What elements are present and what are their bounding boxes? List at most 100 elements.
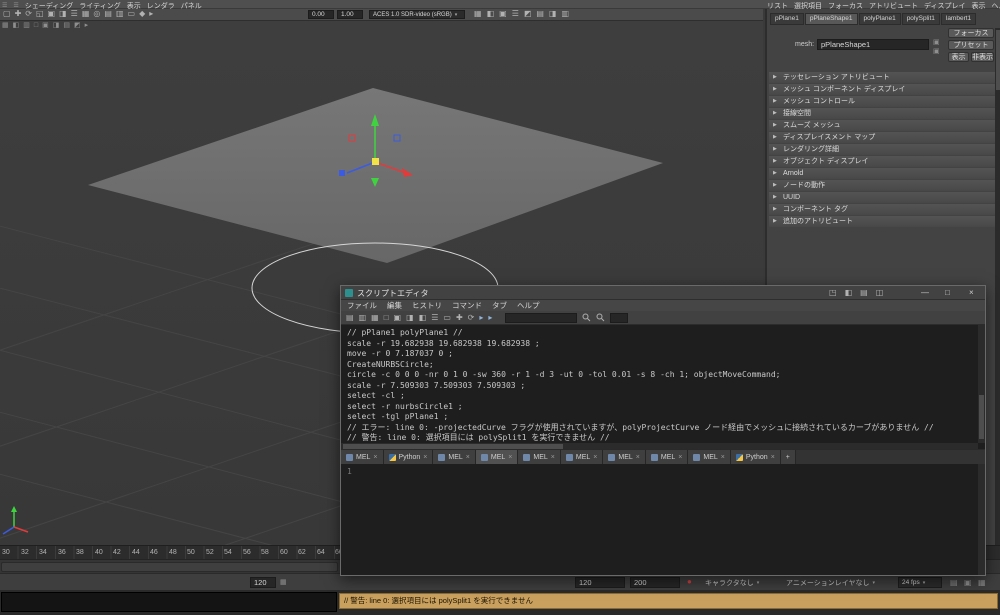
toolbar-icon[interactable]: ⟳ — [25, 10, 32, 18]
viewport-bar-icon[interactable]: ◨ — [53, 22, 60, 29]
z-axis-handle[interactable] — [339, 170, 345, 176]
scrollbar-thumb[interactable] — [979, 395, 984, 439]
viewport-bar-icon[interactable]: ▣ — [42, 22, 49, 29]
ae-tab-polyplane1[interactable]: polyPlane1 — [858, 13, 901, 25]
script-tab-mel[interactable]: MEL × — [341, 450, 384, 464]
toolbar-icon[interactable]: ▦ — [82, 10, 90, 18]
script-tab-mel[interactable]: MEL × — [518, 450, 561, 464]
toolbar-icon[interactable]: ✚ — [15, 10, 22, 18]
ae-section-component-tags[interactable]: ▶ コンポーネント タグ — [769, 204, 998, 215]
character-set-dropdown[interactable]: キャラクタなし ▾ — [705, 578, 759, 588]
se-toolbar-icon[interactable]: ▤ — [346, 313, 354, 322]
menu-help2[interactable]: ヘルプ — [517, 300, 540, 311]
history-hscrollbar[interactable] — [341, 443, 978, 449]
dock-icon[interactable]: ◫ — [876, 289, 884, 297]
ae-section-mesh-component-display[interactable]: ▶ メッシュ コンポーネント ディスプレイ — [769, 84, 998, 95]
ae-section-extra-attributes[interactable]: ▶ 追加のアトリビュート — [769, 216, 998, 227]
fps-dropdown[interactable]: 24 fps ▾ — [898, 577, 942, 588]
toolbar-icon[interactable]: ☰ — [71, 10, 78, 18]
ae-section-tangent-space[interactable]: ▶ 接線空間 — [769, 108, 998, 119]
script-tab-mel[interactable]: MEL × — [433, 450, 476, 464]
toolbar-icon[interactable]: ◨ — [59, 10, 67, 18]
ae-section-arnold[interactable]: ▶ Arnold — [769, 168, 998, 179]
mesh-name-field[interactable] — [817, 39, 929, 50]
close-icon[interactable]: × — [636, 454, 640, 461]
swatch-icon[interactable]: ▣ — [933, 48, 940, 55]
ae-section-tessellation[interactable]: ▶ テッセレーション アトリビュート — [769, 72, 998, 83]
presets-button[interactable]: プリセット — [948, 40, 994, 50]
ae-section-object-display[interactable]: ▶ オブジェクト ディスプレイ — [769, 156, 998, 167]
menu-tabs[interactable]: タブ — [492, 300, 507, 311]
close-icon[interactable]: × — [508, 454, 512, 461]
search-up-icon[interactable] — [596, 313, 605, 322]
menu-edit[interactable]: 編集 — [387, 300, 402, 311]
toolbar-icon[interactable]: ☰ — [512, 10, 519, 18]
viewport-bar-icon[interactable]: ◧ — [13, 22, 20, 29]
viewport-bar-icon[interactable]: ▥ — [23, 22, 30, 29]
ae-section-node-behavior[interactable]: ▶ ノードの動作 — [769, 180, 998, 191]
script-tab-mel[interactable]: MEL × — [560, 450, 604, 464]
current-frame-field[interactable] — [250, 577, 276, 588]
scrollbar-thumb[interactable] — [996, 30, 1000, 90]
ae-scrollbar[interactable] — [995, 28, 1000, 568]
dock-icon[interactable]: ▤ — [860, 289, 868, 297]
viewport-bar-icon[interactable]: ▸ — [85, 22, 89, 29]
center-handle[interactable] — [372, 158, 379, 165]
playback-pref-icon[interactable]: ▤ — [950, 579, 958, 587]
script-tab-mel[interactable]: MEL × — [688, 450, 731, 464]
se-toolbar-icon[interactable]: ⟳ — [468, 313, 475, 322]
playback-end-field[interactable] — [630, 577, 680, 588]
toolbar-icon[interactable]: ▣ — [48, 10, 56, 18]
viewport-bar-icon[interactable]: ▦ — [2, 22, 9, 29]
toolbar-icon[interactable]: ▢ — [3, 10, 11, 18]
minimize-button[interactable]: — — [921, 289, 929, 297]
dock-icon[interactable]: ◧ — [845, 289, 853, 297]
close-icon[interactable]: × — [678, 454, 682, 461]
mel-command-input[interactable] — [1, 592, 337, 612]
gamma-field[interactable] — [337, 10, 363, 19]
script-tab-python[interactable]: Python × — [383, 450, 434, 464]
script-editor-window[interactable]: スクリプトエディタ ◳ ◧ ▤ ◫ — □ × ファイル 編集 ヒストリ コマン… — [340, 285, 986, 576]
ae-tab-pplane1[interactable]: pPlane1 — [770, 13, 804, 25]
toolbar-icon[interactable]: ◨ — [549, 10, 557, 18]
se-toolbar-icon[interactable]: ◨ — [406, 313, 414, 322]
ae-section-displacement-map[interactable]: ▶ ディスプレイスメント マップ — [769, 132, 998, 143]
ae-section-mesh-controls[interactable]: ▶ メッシュ コントロール — [769, 96, 998, 107]
swatch-icon[interactable]: ▣ — [933, 39, 940, 46]
history-vscrollbar[interactable] — [978, 325, 985, 443]
script-tab-python[interactable]: Python × — [730, 450, 781, 464]
hide-button[interactable]: 非表示 — [971, 52, 994, 62]
script-editor-titlebar[interactable]: スクリプトエディタ ◳ ◧ ▤ ◫ — □ × — [341, 286, 985, 300]
poly-plane-object[interactable] — [88, 88, 663, 263]
ae-section-smooth-mesh[interactable]: ▶ スムーズ メッシュ — [769, 120, 998, 131]
close-icon[interactable]: × — [771, 454, 775, 461]
ae-tab-lambert1[interactable]: lambert1 — [940, 13, 977, 25]
se-toolbar-icon[interactable]: ▥ — [359, 313, 367, 322]
close-icon[interactable]: × — [721, 454, 725, 461]
toolbar-icon[interactable]: ▥ — [562, 10, 570, 18]
toolbar-icon[interactable]: ▤ — [104, 10, 112, 18]
se-toolbar-icon[interactable]: □ — [384, 313, 389, 322]
toolbar-icon[interactable]: ▣ — [499, 10, 507, 18]
range-slider[interactable] — [1, 562, 338, 572]
toolbar-icon[interactable]: ◱ — [36, 10, 44, 18]
viewport-bar-icon[interactable]: □ — [34, 22, 38, 29]
toolbar-icon[interactable]: ▤ — [536, 10, 544, 18]
ae-section-uuid[interactable]: ▶ UUID — [769, 192, 998, 203]
close-icon[interactable]: × — [373, 454, 377, 461]
new-tab-button[interactable]: + — [780, 450, 796, 464]
maximize-button[interactable]: □ — [945, 289, 950, 297]
playback-pref-icon[interactable]: ▦ — [978, 579, 986, 587]
grid-icon[interactable]: ▦ — [280, 579, 287, 586]
menu-history[interactable]: ヒストリ — [412, 300, 442, 311]
dock-icon[interactable]: ◳ — [829, 289, 837, 297]
exposure-field[interactable] — [308, 10, 334, 19]
toolbar-icon[interactable]: ▸ — [149, 10, 153, 18]
toolbar-icon[interactable]: ▦ — [474, 10, 482, 18]
history-pane[interactable]: // pPlane1 polyPlane1 // scale -r 19.682… — [341, 325, 985, 450]
ae-tab-pplaneshape1[interactable]: pPlaneShape1 — [804, 13, 858, 25]
menu-file[interactable]: ファイル — [347, 300, 377, 311]
se-toolbar-icon[interactable]: ◧ — [419, 313, 427, 322]
script-tab-mel[interactable]: MEL × — [603, 450, 646, 464]
viewport-bar-icon[interactable]: ▤ — [63, 22, 70, 29]
